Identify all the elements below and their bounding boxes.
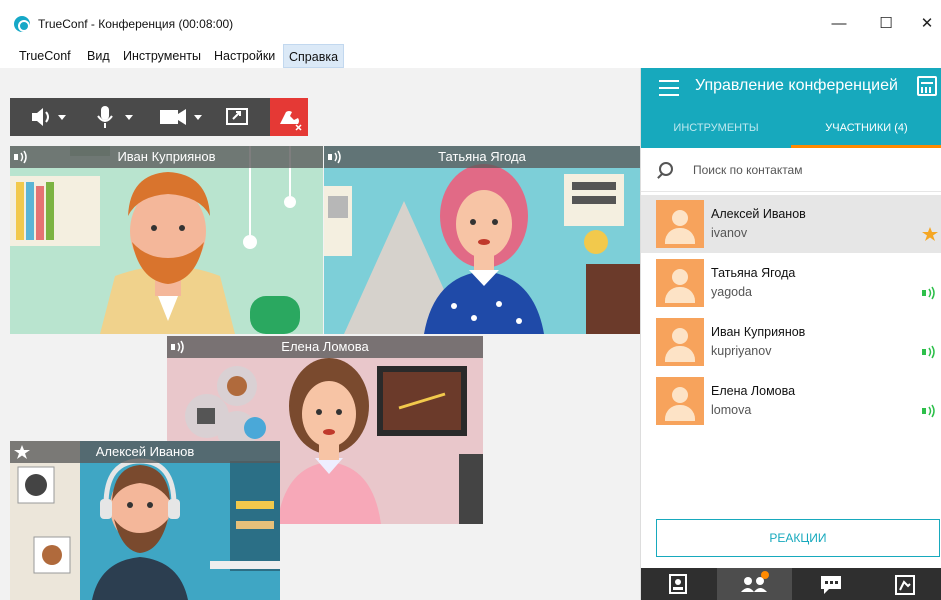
tab-participants[interactable]: УЧАСТНИКИ (4) — [791, 108, 941, 148]
conference-management-panel: Управление конференцией ИНСТРУМЕНТЫ УЧАС… — [640, 68, 941, 600]
hamburger-menu-icon[interactable] — [659, 80, 679, 96]
window-title: TrueConf - Конференция (00:08:00) — [38, 17, 234, 31]
menu-help[interactable]: Справка — [283, 44, 345, 68]
tile-name-bar: Татьяна Ягода — [324, 146, 640, 168]
tile-name-bar: Алексей Иванов — [10, 441, 280, 463]
participant-row[interactable]: Татьяна Ягода yagoda — [641, 254, 941, 312]
tile-name: Алексей Иванов — [95, 444, 195, 459]
trueconf-logo-icon — [14, 16, 30, 32]
audio-wave-icon — [922, 345, 935, 359]
tile-name: Татьяна Ягода — [438, 149, 526, 164]
participant-login: ivanov — [711, 226, 748, 240]
dialpad-icon — [895, 575, 915, 595]
screen-share-control[interactable] — [224, 98, 250, 136]
participant-row[interactable]: Алексей Иванов ivanov — [641, 195, 941, 253]
star-icon — [922, 227, 938, 241]
speaker-control[interactable] — [28, 98, 68, 136]
avatar — [656, 200, 704, 248]
participant-row[interactable]: Елена Ломова lomova — [641, 372, 941, 430]
title-bar: TrueConf - Конференция (00:08:00) — ☐ ✕ — [0, 0, 941, 44]
nav-participants[interactable] — [717, 568, 792, 600]
hangup-button[interactable] — [270, 98, 308, 136]
nav-dialpad[interactable] — [868, 568, 941, 600]
search-input[interactable] — [693, 159, 923, 181]
calendar-icon[interactable] — [917, 76, 937, 96]
menu-bar: TrueConf Вид Инструменты Настройки Справ… — [0, 44, 941, 68]
participants-icon — [741, 571, 769, 592]
microphone-icon — [97, 106, 133, 128]
video-feed-ivan — [10, 146, 323, 334]
participant-name: Алексей Иванов — [711, 207, 806, 221]
camera-control[interactable] — [158, 98, 206, 136]
speaker-icon — [32, 108, 66, 126]
audio-wave-icon — [171, 340, 184, 354]
participant-login: lomova — [711, 403, 752, 417]
reactions-button[interactable]: РЕАКЦИИ — [656, 519, 940, 557]
tab-tools[interactable]: ИНСТРУМЕНТЫ — [641, 108, 791, 148]
video-feed-tatyana — [324, 146, 640, 334]
tile-name-bar: Иван Куприянов — [10, 146, 323, 168]
menu-settings[interactable]: Настройки — [209, 44, 280, 68]
video-tile-ivan[interactable]: Иван Куприянов — [10, 146, 323, 334]
participant-login: yagoda — [711, 285, 753, 299]
microphone-control[interactable] — [95, 98, 135, 136]
close-button[interactable]: ✕ — [912, 12, 941, 36]
menu-trueconf[interactable]: TrueConf — [14, 44, 76, 68]
search-icon — [659, 162, 673, 176]
video-feed-alexey — [10, 441, 280, 600]
screen-share-icon — [226, 108, 248, 125]
panel-header: Управление конференцией ИНСТРУМЕНТЫ УЧАС… — [641, 68, 941, 148]
tile-name-bar: Елена Ломова — [167, 336, 483, 358]
avatar — [656, 259, 704, 307]
camera-icon — [160, 109, 202, 125]
video-tile-alexey[interactable]: Алексей Иванов — [10, 441, 280, 600]
menu-view[interactable]: Вид — [82, 44, 115, 68]
nav-contacts[interactable] — [641, 568, 716, 600]
audio-wave-icon — [922, 286, 935, 300]
contact-search — [641, 148, 941, 192]
maximize-button[interactable]: ☐ — [871, 12, 901, 36]
audio-wave-icon — [328, 150, 341, 164]
nav-chat[interactable] — [793, 568, 868, 600]
avatar — [656, 318, 704, 366]
bottom-navigation — [641, 568, 941, 600]
avatar — [656, 377, 704, 425]
menu-tools[interactable]: Инструменты — [118, 44, 206, 68]
hangup-icon — [280, 111, 302, 131]
contacts-icon — [669, 574, 687, 594]
minimize-button[interactable]: — — [824, 12, 854, 36]
tile-name: Елена Ломова — [281, 339, 369, 354]
panel-title: Управление конференцией — [695, 77, 898, 94]
participant-name: Елена Ломова — [711, 384, 796, 398]
star-icon — [14, 445, 30, 459]
chat-icon — [821, 576, 841, 594]
participant-login: kupriyanov — [711, 344, 772, 358]
participant-name: Иван Куприянов — [711, 325, 806, 339]
audio-wave-icon — [14, 150, 27, 164]
call-control-bar — [10, 98, 308, 136]
audio-wave-icon — [922, 404, 935, 418]
participant-name: Татьяна Ягода — [711, 266, 796, 280]
participant-row[interactable]: Иван Куприянов kupriyanov — [641, 313, 941, 371]
video-tile-tatyana[interactable]: Татьяна Ягода — [324, 146, 640, 334]
tile-name: Иван Куприянов — [117, 149, 216, 164]
